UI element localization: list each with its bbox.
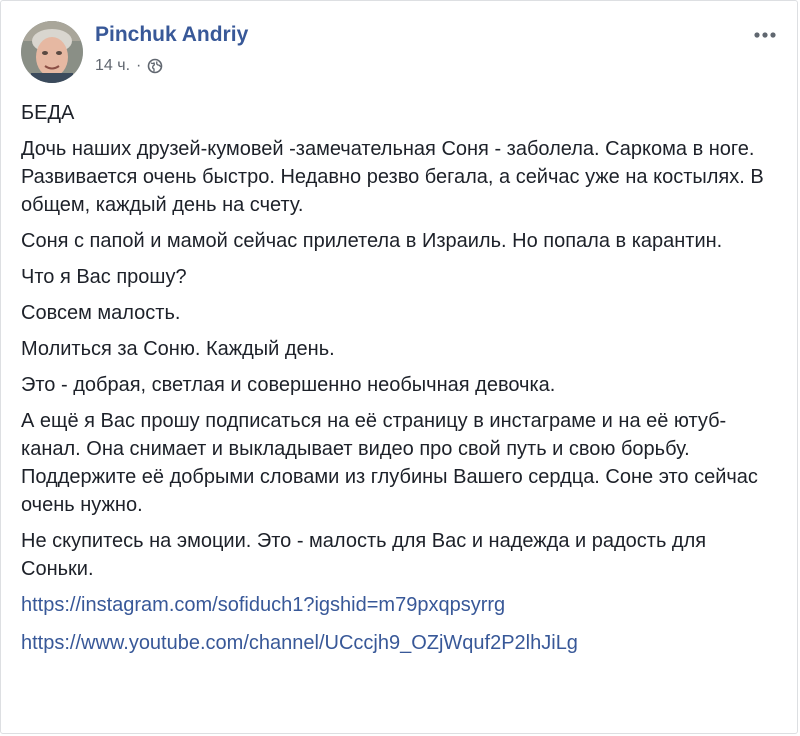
post-title: БЕДА [21, 102, 75, 124]
instagram-link[interactable]: https://instagram.com/sofiduch1?igshid=m… [21, 591, 781, 619]
post-content: БЕДА Дочь наших друзей-кумовей -замечате… [21, 99, 781, 667]
more-options-icon[interactable] [751, 25, 779, 45]
avatar-image [21, 21, 83, 83]
meta-separator: · [136, 57, 142, 74]
author-name[interactable]: Pinchuk Andriy [95, 23, 248, 47]
globe-icon[interactable] [147, 58, 163, 74]
post-time[interactable]: 14 ч. [95, 57, 130, 75]
post-meta: 14 ч. · [95, 57, 163, 75]
post-paragraph: Не скупитесь на эмоции. Это - малость дл… [21, 530, 707, 580]
post-paragraph: Дочь наших друзей-кумовей -замечательная… [21, 138, 764, 216]
post-paragraph: Совсем малость. [21, 302, 181, 324]
post-paragraph: Это - добрая, светлая и совершенно необы… [21, 374, 556, 396]
facebook-post: Pinchuk Andriy 14 ч. · БЕДА Дочь наших д… [0, 0, 798, 734]
author-avatar[interactable] [21, 21, 83, 83]
youtube-link[interactable]: https://www.youtube.com/channel/UCccjh9_… [21, 629, 781, 657]
post-paragraph: А ещё я Вас прошу подписаться на её стра… [21, 410, 758, 516]
post-header: Pinchuk Andriy 14 ч. · [21, 19, 785, 89]
post-paragraph: Соня с папой и мамой сейчас прилетела в … [21, 230, 723, 252]
post-paragraph: Что я Вас прошу? [21, 266, 187, 288]
post-paragraph: Молиться за Соню. Каждый день. [21, 338, 335, 360]
